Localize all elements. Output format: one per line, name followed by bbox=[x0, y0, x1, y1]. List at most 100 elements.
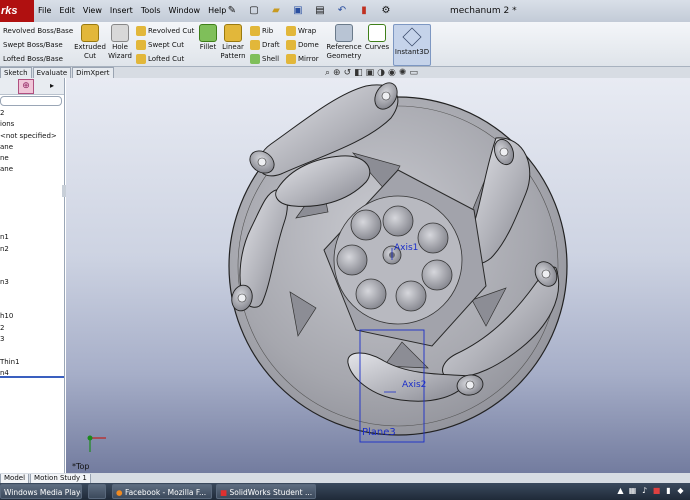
tree-item[interactable]: ions bbox=[0, 119, 64, 130]
instant3d-button[interactable]: Instant3D bbox=[393, 24, 431, 66]
plane3-label[interactable]: Plane3 bbox=[362, 427, 396, 438]
taskbar-solidworks-label: SolidWorks Student ... bbox=[229, 488, 313, 497]
system-tray: ▲ ▦ ♪ ■ ▮ ◆ bbox=[616, 485, 685, 496]
rollback-bar[interactable] bbox=[0, 376, 64, 378]
panel-collapse-icon[interactable]: ▸ bbox=[50, 80, 54, 92]
tree-item[interactable]: h10 bbox=[0, 311, 64, 322]
mirror-label: Mirror bbox=[298, 55, 319, 63]
tree-item[interactable]: n3 bbox=[0, 277, 64, 288]
taskbar-media-player[interactable]: Windows Media Player bbox=[0, 484, 82, 499]
taskbar-firefox-label: Facebook - Mozilla F... bbox=[124, 488, 207, 497]
menu-tools[interactable]: Tools bbox=[137, 4, 165, 18]
dome-button[interactable]: Dome bbox=[286, 38, 319, 52]
appearance-icon[interactable]: ✺ bbox=[399, 67, 407, 79]
feature-tree: 2 ions <not specified> ane ne ane n1 n2 … bbox=[0, 108, 64, 379]
tree-item[interactable]: ane bbox=[0, 164, 64, 175]
taskbar-minimized-window[interactable] bbox=[88, 484, 106, 499]
menu-view[interactable]: View bbox=[79, 4, 106, 18]
tree-item[interactable]: n2 bbox=[0, 244, 64, 255]
security-icon[interactable]: ■ bbox=[652, 485, 661, 496]
revolved-cut-button[interactable]: Revolved Cut bbox=[136, 24, 194, 38]
section-view-icon[interactable]: ◧ bbox=[354, 67, 363, 79]
mirror-button[interactable]: Mirror bbox=[286, 52, 319, 66]
orientation-triad bbox=[87, 435, 106, 452]
zoom-fit-icon[interactable]: ⌕ bbox=[325, 67, 330, 79]
linear-pattern-button[interactable]: Linear Pattern bbox=[219, 24, 247, 61]
swept-cut-label: Swept Cut bbox=[148, 41, 184, 49]
tab-sketch[interactable]: Sketch bbox=[0, 67, 32, 78]
display-style-icon[interactable]: ◑ bbox=[377, 67, 385, 79]
menu-window[interactable]: Window bbox=[165, 4, 205, 18]
curves-icon bbox=[368, 24, 386, 42]
tree-item[interactable] bbox=[0, 345, 64, 356]
hide-show-icon[interactable]: ◉ bbox=[388, 67, 396, 79]
scene-icon[interactable]: ▭ bbox=[409, 67, 418, 79]
swept-cut-button[interactable]: Swept Cut bbox=[136, 38, 194, 52]
tree-item[interactable] bbox=[0, 198, 64, 209]
graphics-area[interactable]: Axis1 Axis2 Plane3 *Top bbox=[66, 78, 690, 473]
extruded-cut-button[interactable]: Extruded Cut bbox=[74, 24, 106, 61]
new-document-icon[interactable]: ▢ bbox=[244, 2, 264, 20]
taskbar-solidworks[interactable]: ■ SolidWorks Student ... bbox=[216, 484, 316, 499]
revolved-boss-button[interactable]: Revolved Boss/Base bbox=[3, 24, 73, 38]
curves-button[interactable]: Curves bbox=[364, 24, 390, 52]
network-icon[interactable]: ▦ bbox=[628, 485, 637, 496]
draft-icon bbox=[250, 40, 260, 50]
tree-item[interactable] bbox=[0, 300, 64, 311]
tree-item[interactable]: 3 bbox=[0, 334, 64, 345]
axis1-label[interactable]: Axis1 bbox=[394, 243, 418, 253]
tab-evaluate[interactable]: Evaluate bbox=[32, 67, 72, 78]
tree-item[interactable] bbox=[0, 210, 64, 221]
rebuild-icon[interactable]: ▮ bbox=[354, 2, 374, 20]
battery-icon[interactable]: ▮ bbox=[664, 485, 673, 496]
tray-icon[interactable]: ▲ bbox=[616, 485, 625, 496]
pin-icon[interactable]: ✎ bbox=[222, 2, 242, 20]
lofted-cut-button[interactable]: Lofted Cut bbox=[136, 52, 194, 66]
tree-item[interactable]: n1 bbox=[0, 232, 64, 243]
menu-edit[interactable]: Edit bbox=[55, 4, 79, 18]
tree-item[interactable]: ne bbox=[0, 153, 64, 164]
draft-button[interactable]: Draft bbox=[250, 38, 280, 52]
volume-icon[interactable]: ♪ bbox=[640, 485, 649, 496]
view-orientation-icon[interactable]: ▣ bbox=[366, 67, 375, 79]
tree-filter-input[interactable] bbox=[0, 96, 62, 106]
undo-icon[interactable]: ↶ bbox=[332, 2, 352, 20]
print-icon[interactable]: ▤ bbox=[310, 2, 330, 20]
fillet-icon bbox=[199, 24, 217, 42]
taskbar-firefox[interactable]: ● Facebook - Mozilla F... bbox=[112, 484, 212, 499]
tree-item[interactable]: ane bbox=[0, 142, 64, 153]
view-orientation-label: *Top bbox=[72, 462, 90, 471]
hole-wizard-button[interactable]: Hole Wizard bbox=[106, 24, 134, 61]
tree-item[interactable]: 2 bbox=[0, 108, 64, 119]
swept-boss-button[interactable]: Swept Boss/Base bbox=[3, 38, 73, 52]
menu-file[interactable]: File bbox=[34, 4, 55, 18]
tree-item[interactable]: <not specified> bbox=[0, 131, 64, 142]
open-folder-icon[interactable]: ▰ bbox=[266, 2, 286, 20]
save-icon[interactable]: ▣ bbox=[288, 2, 308, 20]
options-icon[interactable]: ⚙ bbox=[376, 2, 396, 20]
tree-item[interactable]: Thin1 bbox=[0, 357, 64, 368]
axis2-label[interactable]: Axis2 bbox=[402, 380, 426, 390]
rib-button[interactable]: Rib bbox=[250, 24, 280, 38]
tree-item[interactable] bbox=[0, 187, 64, 198]
tree-item[interactable] bbox=[0, 255, 64, 266]
panel-tab-icon[interactable]: ⊕ bbox=[18, 79, 34, 94]
zoom-area-icon[interactable]: ⊕ bbox=[333, 67, 341, 79]
mirror-icon bbox=[286, 54, 296, 64]
tree-item[interactable]: 2 bbox=[0, 323, 64, 334]
tree-item[interactable] bbox=[0, 266, 64, 277]
tab-dimxpert[interactable]: DimXpert bbox=[72, 67, 114, 78]
menu-insert[interactable]: Insert bbox=[106, 4, 137, 18]
tree-item[interactable] bbox=[0, 221, 64, 232]
previous-view-icon[interactable]: ↺ bbox=[344, 67, 352, 79]
tree-item[interactable] bbox=[0, 289, 64, 300]
tree-item[interactable] bbox=[0, 176, 64, 187]
reference-geometry-button[interactable]: Reference Geometry bbox=[326, 24, 362, 61]
hole-wizard-label: Hole Wizard bbox=[108, 43, 132, 60]
model-tabs: Model Motion Study 1 bbox=[0, 473, 690, 484]
lofted-boss-button[interactable]: Lofted Boss/Base bbox=[3, 52, 73, 66]
fillet-button[interactable]: Fillet bbox=[198, 24, 218, 52]
tray-extra-icon[interactable]: ◆ bbox=[676, 485, 685, 496]
wrap-button[interactable]: Wrap bbox=[286, 24, 319, 38]
shell-button[interactable]: Shell bbox=[250, 52, 280, 66]
